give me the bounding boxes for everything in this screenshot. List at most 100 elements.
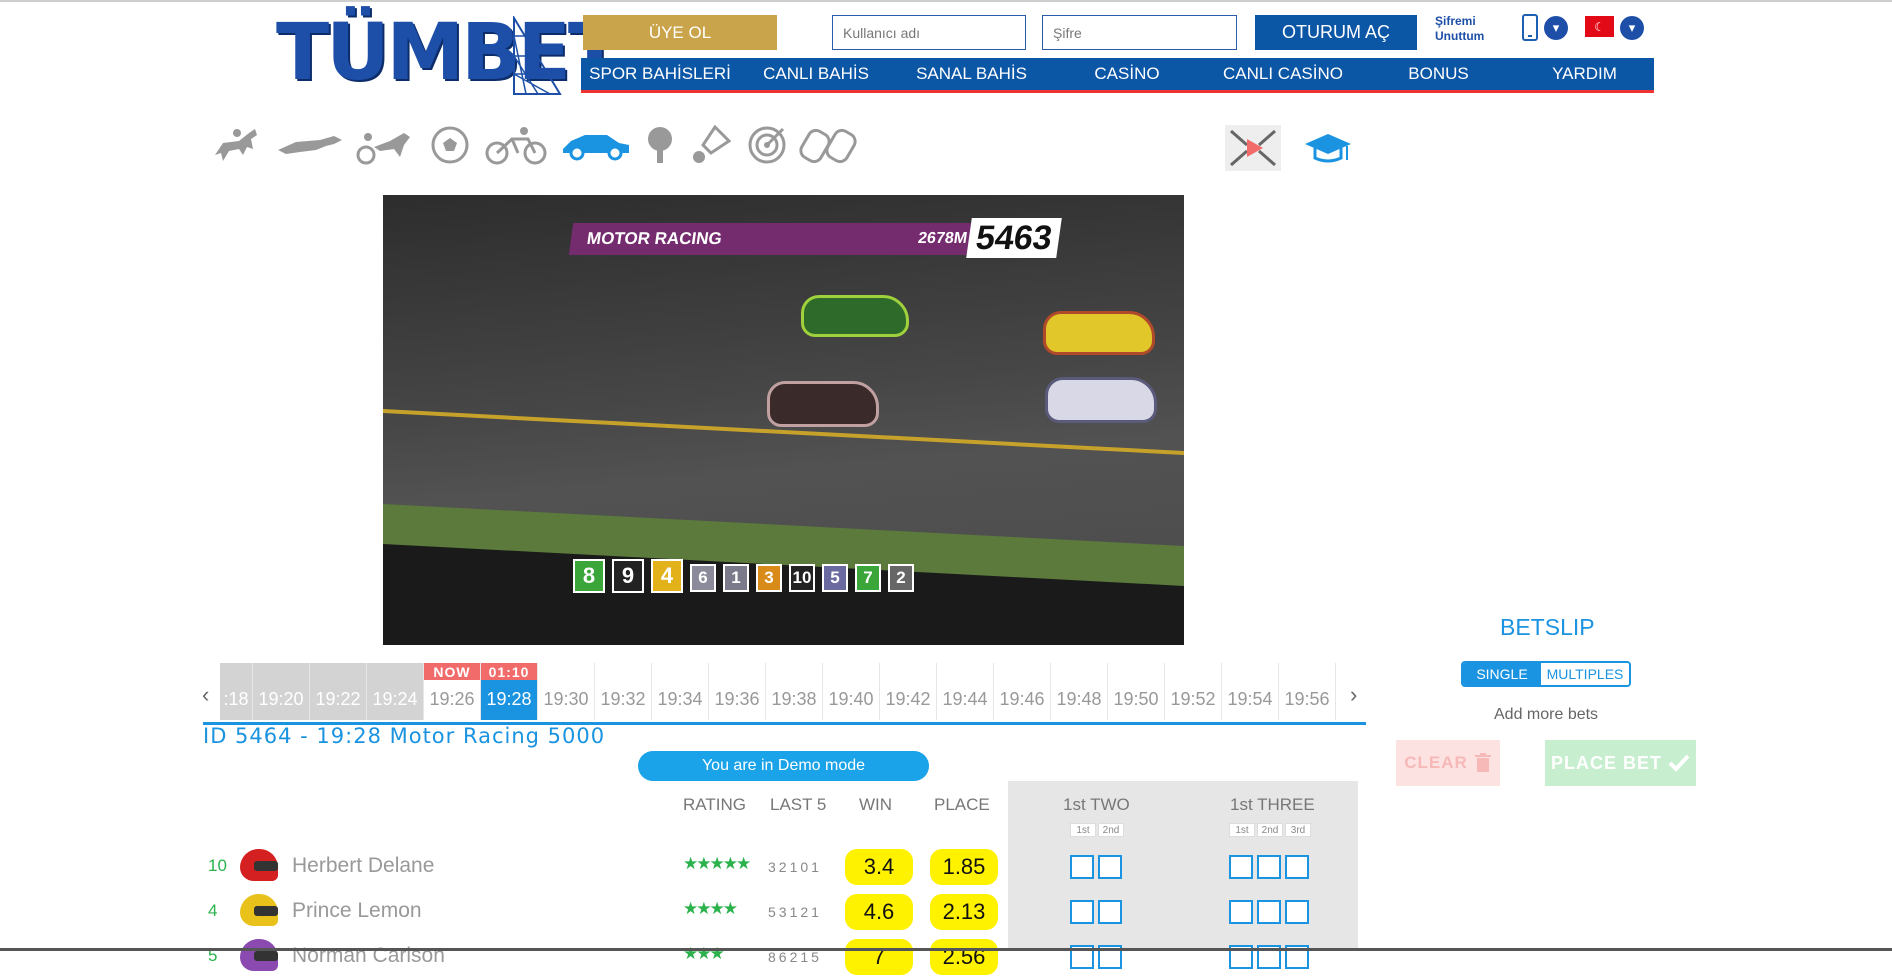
race-car xyxy=(1045,377,1157,423)
slot-time: 19:40 xyxy=(828,689,874,709)
nav-item-sports[interactable]: SPOR BAHİSLERİ xyxy=(581,58,739,90)
timeline-slot[interactable]: 19:46 xyxy=(994,663,1051,720)
timeline-slot[interactable]: :18 xyxy=(220,663,253,720)
race-video[interactable]: MOTOR RACING 2678M 5463 8 9 4 6 1 3 10 5 7 2 xyxy=(383,195,1184,645)
timeline-slot[interactable]: 19:42 xyxy=(880,663,937,720)
first-three-checkbox[interactable] xyxy=(1229,900,1253,924)
timeline-next-icon[interactable]: › xyxy=(1350,682,1357,708)
helmet-icon xyxy=(240,849,278,881)
timeline-slot[interactable]: 19:56 xyxy=(1279,663,1336,720)
speedway-icon[interactable] xyxy=(798,120,860,170)
register-button[interactable]: ÜYE OL xyxy=(583,15,777,50)
timeline-slot[interactable]: 19:54 xyxy=(1222,663,1279,720)
forgot-line-1: Şifremi xyxy=(1435,14,1476,28)
logo-text: TÜMBET xyxy=(276,8,621,98)
first-three-checkbox[interactable] xyxy=(1257,900,1281,924)
runner-name: Herbert Delane xyxy=(292,854,435,877)
timeline-slot[interactable]: 19:48 xyxy=(1051,663,1108,720)
race-car xyxy=(767,381,879,427)
first-three-checkbox[interactable] xyxy=(1257,855,1281,879)
single-tab[interactable]: SINGLE xyxy=(1463,663,1541,685)
slot-time: :18 xyxy=(223,689,249,709)
mobile-icon[interactable] xyxy=(1522,14,1538,41)
username-input[interactable] xyxy=(832,15,1026,50)
password-input[interactable] xyxy=(1042,15,1237,50)
clear-button[interactable]: CLEAR xyxy=(1396,740,1500,786)
login-button[interactable]: OTURUM AÇ xyxy=(1255,15,1417,50)
first-three-checkbox[interactable] xyxy=(1285,855,1309,879)
timeline-slot[interactable]: 19:38 xyxy=(766,663,823,720)
nav-item-casino[interactable]: CASİNO xyxy=(1050,58,1204,90)
nav-item-help[interactable]: YARDIM xyxy=(1515,58,1654,90)
cycling-icon[interactable] xyxy=(484,120,548,170)
first-two-checkbox[interactable] xyxy=(1098,900,1122,924)
place-odds-button[interactable]: 2.56 xyxy=(930,939,998,975)
harness-racing-icon[interactable] xyxy=(354,120,416,170)
timeline-slot[interactable]: 19:20 xyxy=(253,663,310,720)
language-chevron-icon[interactable]: ▾ xyxy=(1620,16,1644,40)
position-marker: 10 xyxy=(789,564,815,592)
demo-mode-banner: You are in Demo mode xyxy=(638,751,929,781)
timeline-slot[interactable]: 19:24 xyxy=(367,663,424,720)
timeline-slot[interactable]: 19:50 xyxy=(1108,663,1165,720)
archery-icon[interactable] xyxy=(742,120,792,170)
nav-item-live-betting[interactable]: CANLI BAHİS xyxy=(739,58,893,90)
place-odds-button[interactable]: 1.85 xyxy=(930,849,998,885)
nav-item-live-casino[interactable]: CANLI CASİNO xyxy=(1204,58,1362,90)
greyhound-racing-icon[interactable] xyxy=(276,120,346,170)
horse-racing-icon[interactable] xyxy=(208,120,264,170)
win-odds-button[interactable]: 7 xyxy=(845,939,913,975)
first-two-checkbox[interactable] xyxy=(1070,900,1094,924)
nav-item-virtual[interactable]: SANAL BAHİS xyxy=(893,58,1050,90)
first-two-checkbox[interactable] xyxy=(1098,855,1122,879)
runner-name: Prince Lemon xyxy=(292,899,422,922)
football-icon[interactable] xyxy=(428,120,472,170)
timeline-slot[interactable]: NOW 19:26 xyxy=(424,663,481,720)
table-tennis-icon[interactable] xyxy=(640,120,680,170)
multiples-tab[interactable]: MULTIPLES xyxy=(1541,663,1629,685)
forgot-password-link[interactable]: Şifremi Unuttum xyxy=(1435,14,1484,44)
add-more-bets-text: Add more bets xyxy=(1494,706,1599,723)
timeline-slot[interactable]: 19:52 xyxy=(1165,663,1222,720)
nav-item-bonus[interactable]: BONUS xyxy=(1362,58,1515,90)
place-bet-button[interactable]: PLACE BET xyxy=(1545,740,1696,786)
timeline-slot[interactable]: 19:22 xyxy=(310,663,367,720)
timeline-slot[interactable]: 19:44 xyxy=(937,663,994,720)
place-odds-button[interactable]: 2.13 xyxy=(930,894,998,930)
col-first-two: 1st TWO xyxy=(1063,795,1130,814)
slot-time: 19:46 xyxy=(999,689,1045,709)
betslip-title: BETSLIP xyxy=(1500,614,1595,640)
timeline-slot[interactable]: 19:32 xyxy=(595,663,652,720)
graduation-cap-icon[interactable] xyxy=(1300,124,1356,172)
timeline-slot[interactable]: 19:36 xyxy=(709,663,766,720)
slot-tag: NOW xyxy=(424,663,480,680)
timeline-slot[interactable]: 19:34 xyxy=(652,663,709,720)
timeline-slot[interactable]: 01:10 19:28 xyxy=(481,663,538,720)
win-odds-button[interactable]: 4.6 xyxy=(845,894,913,930)
first-three-checkbox[interactable] xyxy=(1285,900,1309,924)
position-marker: 4 xyxy=(651,559,683,593)
timeline-slot[interactable]: 19:30 xyxy=(538,663,595,720)
first-two-checkbox[interactable] xyxy=(1070,855,1094,879)
col-win: WIN xyxy=(859,795,893,814)
car-racing-icon[interactable] xyxy=(558,120,632,170)
timeline-slot[interactable]: 19:40 xyxy=(823,663,880,720)
chevron-down-icon[interactable]: ▾ xyxy=(1544,16,1568,40)
badminton-icon[interactable] xyxy=(686,120,736,170)
first-three-checkbox[interactable] xyxy=(1229,855,1253,879)
slot-tag: 01:10 xyxy=(481,663,537,680)
slot-time: 19:34 xyxy=(657,689,703,709)
runner-row: 10 Herbert Delane ★★★★★ 32101 3.4 1.85 xyxy=(200,845,1360,889)
timeline-prev-icon[interactable]: ‹ xyxy=(202,682,209,708)
slot-time: 19:32 xyxy=(600,689,646,709)
rating-stars: ★★★★ xyxy=(683,899,738,918)
slot-time: 19:28 xyxy=(486,689,532,709)
collapse-video-icon[interactable] xyxy=(1225,124,1281,172)
turkey-flag-icon[interactable]: ☾ xyxy=(1585,16,1614,37)
sub-col-1st: 1st xyxy=(1229,823,1255,837)
position-marker: 7 xyxy=(855,564,881,592)
tumbet-logo[interactable]: TÜMBET xyxy=(276,8,621,98)
col-last5: LAST 5 xyxy=(770,795,827,814)
win-odds-button[interactable]: 3.4 xyxy=(845,849,913,885)
logo-net-icon xyxy=(513,16,562,95)
